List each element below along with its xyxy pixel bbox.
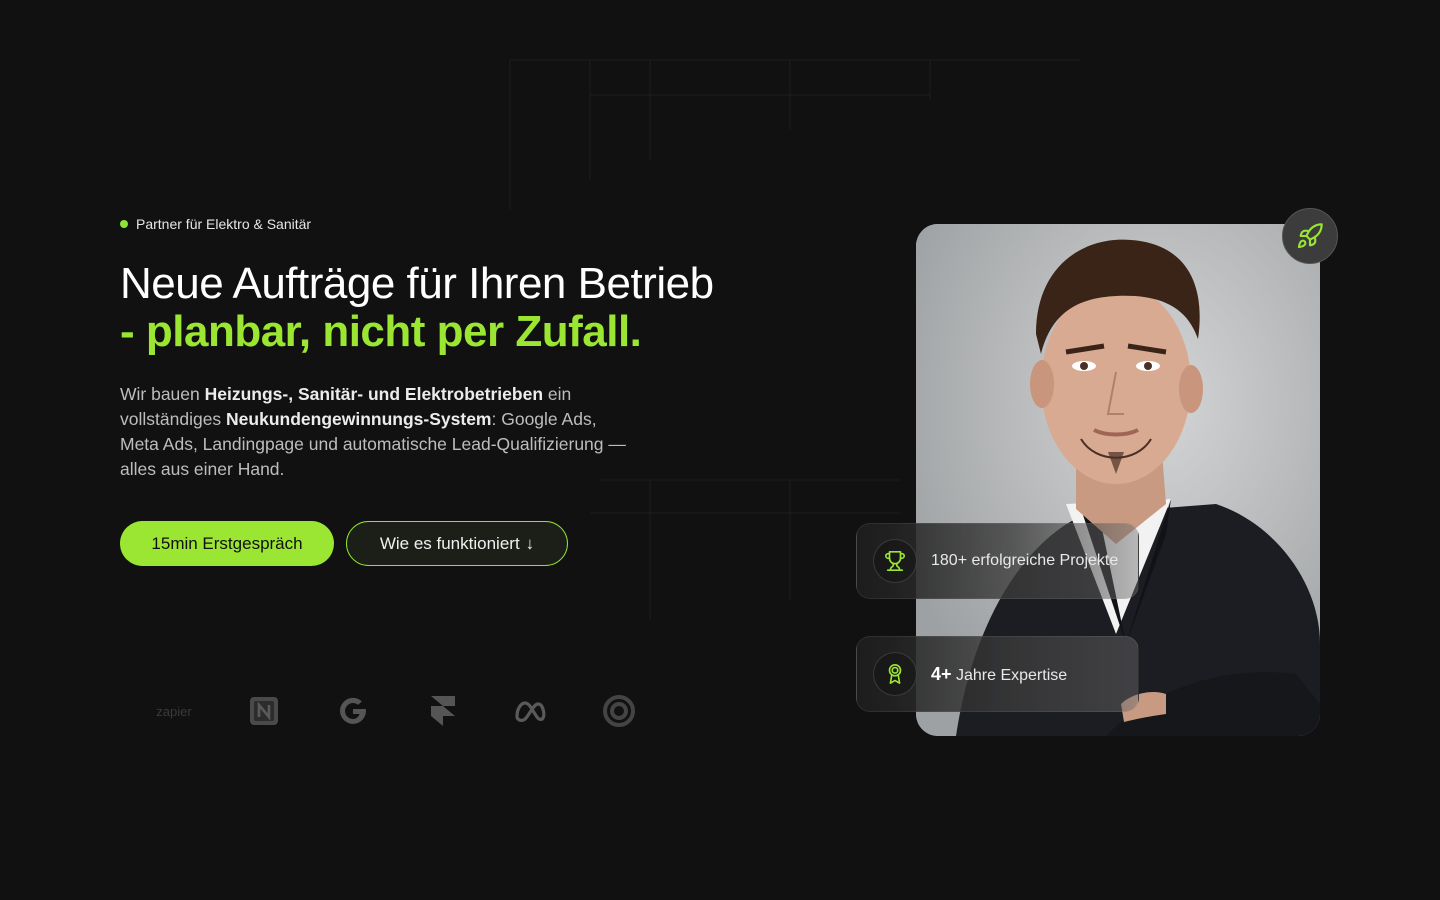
rocket-icon xyxy=(1297,223,1323,249)
meta-icon xyxy=(512,688,552,734)
award-icon xyxy=(873,652,917,696)
stat-text-projects: 180+ erfolgreiche Projekte xyxy=(931,552,1118,570)
hero-description: Wir bauen Heizungs-, Sanitär- und Elektr… xyxy=(120,382,630,482)
status-dot xyxy=(120,220,128,228)
stat-card-projects: 180+ erfolgreiche Projekte xyxy=(856,523,1139,599)
stat-card-expertise: 4+ Jahre Expertise xyxy=(856,636,1139,712)
framer-icon xyxy=(426,688,460,734)
rocket-badge xyxy=(1282,208,1338,264)
arrow-down-icon: ↓ xyxy=(525,533,535,553)
headline-line-1: Neue Aufträge für Ihren Betrieb xyxy=(120,259,714,308)
cta-secondary-label: Wie es funktioniert xyxy=(379,533,520,553)
cta-secondary-button[interactable]: Wie es funktioniert ↓ xyxy=(346,521,568,566)
stat-text-expertise: 4+ Jahre Expertise xyxy=(931,664,1067,685)
lead-bold-2: Neukundengewinnungs-System xyxy=(226,409,492,429)
eyebrow-text: Partner für Elektro & Sanitär xyxy=(136,216,312,232)
cta-primary-button[interactable]: 15min Erstgespräch xyxy=(120,521,334,566)
google-icon xyxy=(334,688,372,734)
stat-label: erfolgreiche Projekte xyxy=(971,552,1119,569)
headline-line-2: - planbar, nicht per Zufall. xyxy=(120,307,642,356)
trophy-icon xyxy=(873,539,917,583)
zapier-logo: zapier xyxy=(156,703,192,719)
cloud-icon xyxy=(600,688,638,734)
notion-icon xyxy=(246,688,282,734)
stat-value: 4+ xyxy=(931,663,952,684)
eyebrow: Partner für Elektro & Sanitär xyxy=(120,216,311,232)
lead-text-1: Wir bauen xyxy=(120,384,205,404)
partner-logos: zapier xyxy=(150,688,650,734)
lead-bold-1: Heizungs-, Sanitär- und Elektrobetrieben xyxy=(204,384,544,404)
stat-label: Jahre Expertise xyxy=(955,666,1068,684)
stat-value: 180+ xyxy=(931,552,968,569)
hero-headline: Neue Aufträge für Ihren Betrieb - planba… xyxy=(120,260,714,356)
cta-primary-label: 15min Erstgespräch xyxy=(151,533,303,553)
